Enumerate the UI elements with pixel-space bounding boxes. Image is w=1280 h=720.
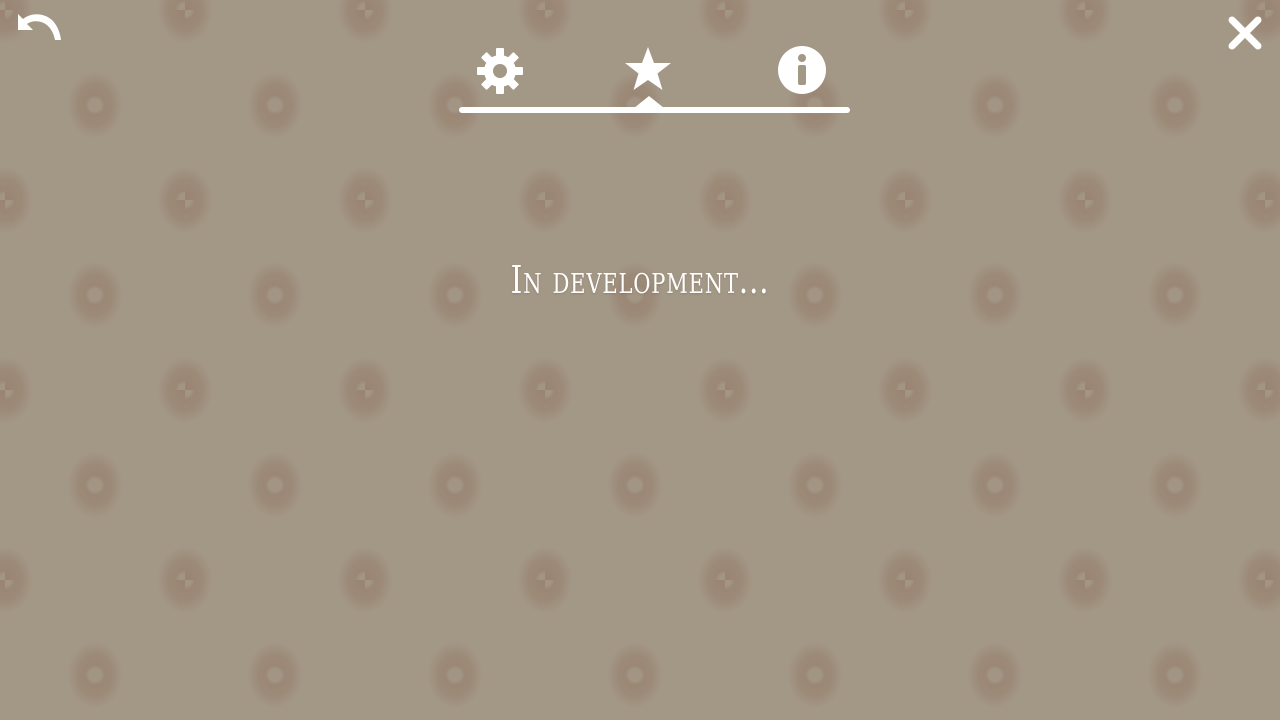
close-button[interactable]	[1226, 14, 1264, 52]
close-x-icon	[1228, 16, 1262, 50]
star-icon	[625, 47, 671, 90]
info-icon	[778, 46, 826, 94]
in-development-message: In development...	[510, 258, 770, 302]
undo-arrow-icon	[18, 14, 61, 40]
active-tab-indicator	[634, 96, 664, 108]
tab-info[interactable]	[775, 44, 829, 98]
gear-icon	[477, 48, 523, 94]
back-button[interactable]	[14, 10, 62, 44]
tab-settings[interactable]	[473, 44, 527, 98]
tab-favorites[interactable]	[621, 44, 675, 98]
